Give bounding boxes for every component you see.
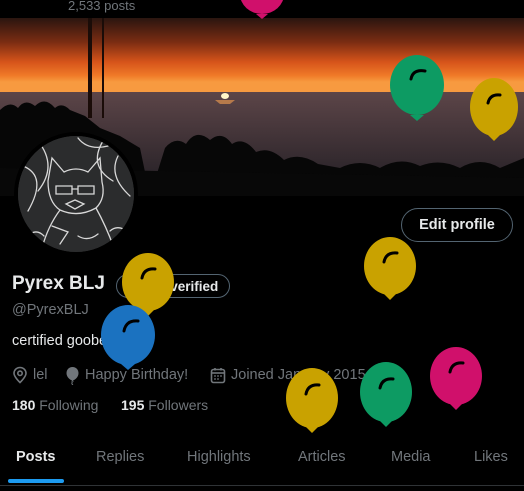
balloon-green-joined [360,362,412,427]
followers-link[interactable]: 195 Followers [121,397,208,413]
tab-divider [0,485,524,486]
active-tab-indicator [8,479,64,483]
following-label: Following [39,397,99,413]
tab-replies[interactable]: Replies [96,449,144,465]
cat-illustration-icon [18,136,134,252]
get-verified-button[interactable]: Get verified [116,274,231,298]
following-count: 180 [12,397,36,413]
birthday-text: Happy Birthday! [85,367,189,383]
display-name: Pyrex BLJ [12,273,105,294]
get-verified-label: Get verified [144,278,219,294]
tab-media[interactable]: Media [391,449,431,465]
post-count: 2,533 posts [68,0,136,13]
tab-highlights[interactable]: Highlights [187,449,251,465]
avatar[interactable] [14,132,138,256]
location-text: lel [33,367,48,383]
balloon-yellow-edit [364,237,416,300]
followers-label: Followers [148,397,209,413]
verified-badge-icon [126,279,140,293]
location-pin-icon [13,366,27,384]
joined-text: Joined January 2015 [231,367,366,383]
joined-date: Joined January 2015 [210,365,366,385]
birthday: Happy Birthday! [65,365,188,385]
edit-profile-button[interactable]: Edit profile [401,208,513,242]
calendar-icon [210,367,226,383]
avatar-image [18,136,134,252]
balloon-icon [66,366,79,385]
following-link[interactable]: 180 Following [12,397,98,413]
bio: certified goober [12,333,112,349]
followers-count: 195 [121,397,145,413]
tab-articles[interactable]: Articles [298,449,346,465]
balloon-magenta-top [241,0,283,19]
location: lel [12,365,48,385]
balloon-magenta-right [430,347,482,410]
tab-likes[interactable]: Likes [474,449,508,465]
handle: @PyrexBLJ [12,302,89,318]
tab-posts[interactable]: Posts [16,449,56,465]
